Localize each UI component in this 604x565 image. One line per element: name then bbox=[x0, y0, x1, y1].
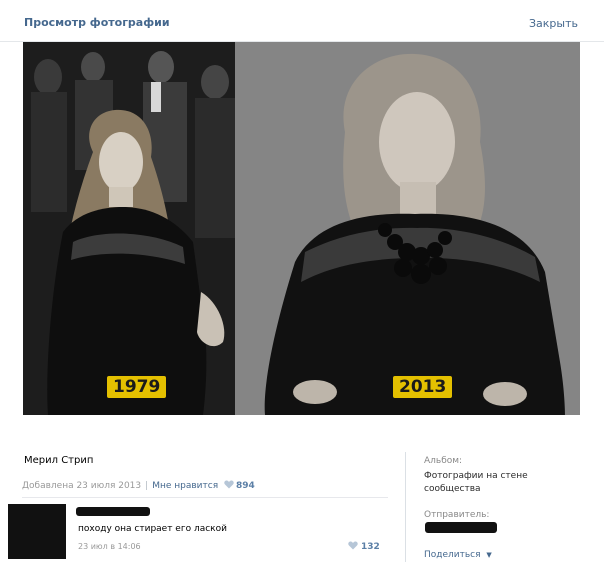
comment-like-button[interactable]: 132 bbox=[348, 541, 380, 552]
comment-text: походу она стирает его лаской bbox=[78, 524, 227, 534]
share-button[interactable]: Поделиться ▼ bbox=[424, 550, 492, 560]
share-label: Поделиться bbox=[424, 550, 481, 560]
photo-meta: Добавлена 23 июля 2013 | Мне нравится 894 bbox=[22, 480, 255, 491]
year-badge-2013: 2013 bbox=[393, 376, 453, 398]
comment-like-count: 132 bbox=[361, 542, 380, 552]
photo-panel-2013: 2013 bbox=[235, 42, 580, 415]
divider bbox=[22, 497, 388, 498]
close-button[interactable]: Закрыть bbox=[529, 17, 578, 30]
like-count: 894 bbox=[235, 481, 255, 491]
year-badge-1979: 1979 bbox=[107, 376, 167, 398]
portrait-1979-illustration bbox=[23, 42, 235, 415]
comment-timestamp[interactable]: 23 июл в 14:06 bbox=[78, 542, 141, 551]
added-date: Добавлена 23 июля 2013 bbox=[22, 481, 142, 491]
photo-description: Мерил Стрип bbox=[24, 455, 94, 466]
album-link[interactable]: Фотографии на стене сообщества bbox=[424, 470, 544, 496]
page-title: Просмотр фотографии bbox=[24, 16, 170, 29]
photo-viewer-header: Просмотр фотографии Закрыть bbox=[0, 0, 604, 42]
album-label: Альбом: bbox=[424, 456, 463, 466]
photo[interactable]: 1979 2013 bbox=[23, 42, 580, 415]
like-button[interactable]: Мне нравится bbox=[152, 481, 218, 491]
avatar[interactable] bbox=[8, 504, 66, 559]
meta-separator: | bbox=[145, 481, 149, 491]
photo-panel-1979: 1979 bbox=[23, 42, 235, 415]
heart-icon bbox=[348, 541, 358, 550]
caret-down-icon: ▼ bbox=[486, 551, 492, 559]
sender-label: Отправитель: bbox=[424, 510, 490, 520]
heart-icon bbox=[224, 480, 234, 489]
sidebar-divider bbox=[405, 452, 406, 562]
sender-name-redacted[interactable] bbox=[425, 522, 497, 533]
commenter-name-redacted[interactable] bbox=[76, 507, 150, 516]
portrait-2013-illustration bbox=[235, 42, 580, 415]
